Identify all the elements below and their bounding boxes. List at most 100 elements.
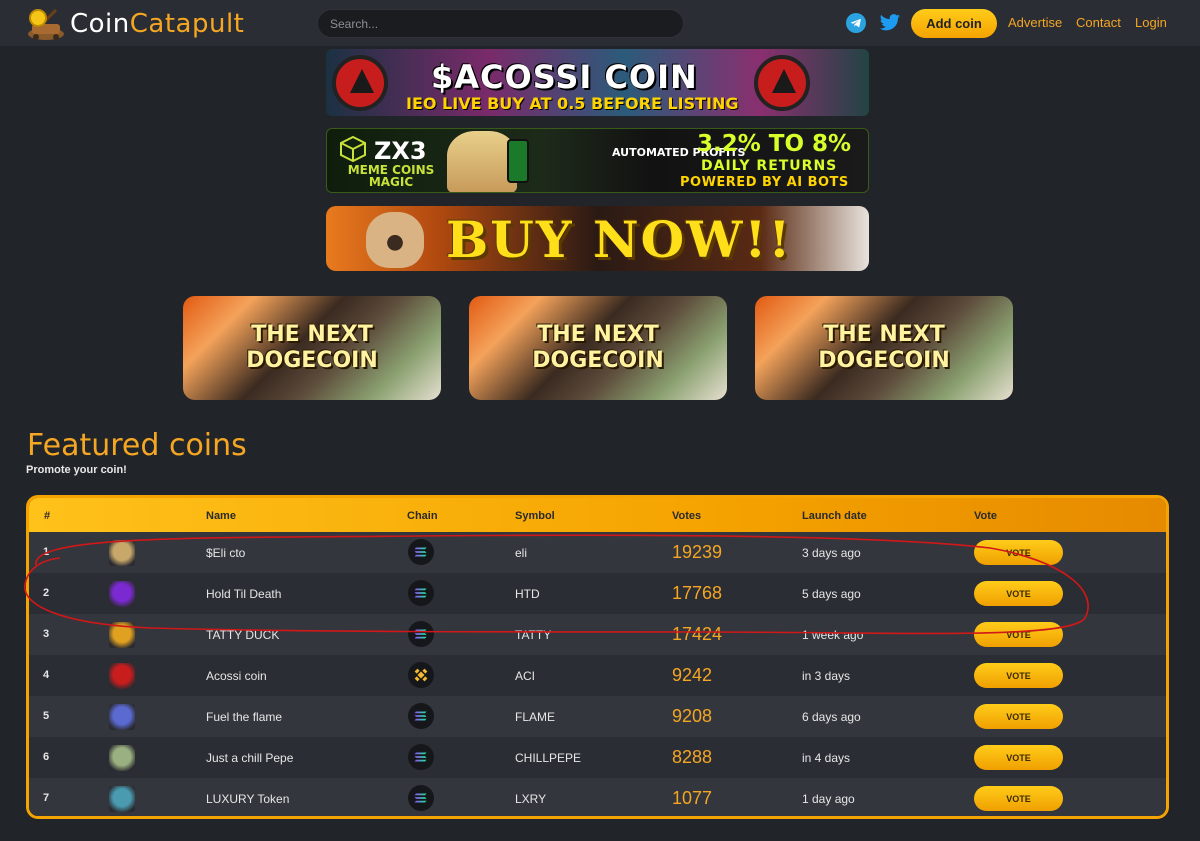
- featured-subtitle[interactable]: Promote your coin!: [26, 464, 127, 476]
- telegram-icon[interactable]: [846, 13, 866, 33]
- coin-name[interactable]: Fuel the flame: [206, 710, 282, 724]
- acossi-coin-banner[interactable]: $ACOSSI COIN IEO LIVE BUY AT 0.5 BEFORE …: [326, 49, 869, 116]
- zx3-banner[interactable]: ZX3 MEME COINS MAGIC AUTOMATED PROFITS 3…: [326, 128, 869, 193]
- row-rank: 1: [43, 546, 50, 558]
- banner-brand: ZX3: [374, 137, 427, 165]
- coin-symbol: HTD: [515, 587, 540, 601]
- bnb-icon: [408, 662, 434, 688]
- coin-logo-image: [109, 745, 135, 771]
- doge-banner-text: THE NEXT DOGECOIN: [246, 322, 378, 373]
- vote-button[interactable]: VOTE: [974, 704, 1063, 729]
- coin-votes: 8288: [672, 747, 713, 767]
- coin-launch-date: in 3 days: [802, 669, 851, 683]
- featured-coins-table: # Name Chain Symbol Votes Launch date Vo…: [26, 495, 1169, 819]
- vote-button[interactable]: VOTE: [974, 663, 1063, 688]
- nav-contact[interactable]: Contact: [1076, 15, 1121, 30]
- coin-name[interactable]: Just a chill Pepe: [206, 751, 293, 765]
- col-rank: #: [44, 510, 51, 522]
- coin-logo-image: [109, 663, 135, 689]
- catapult-logo-icon: [26, 6, 68, 42]
- doge-banner-1[interactable]: THE NEXT DOGECOIN: [183, 296, 441, 400]
- coin-launch-date: in 4 days: [802, 751, 851, 765]
- coin-votes: 9208: [672, 706, 713, 726]
- top-header: CoinCatapult Add coin Advertise Contact …: [0, 0, 1200, 46]
- nav-advertise[interactable]: Advertise: [1008, 15, 1062, 30]
- doge-banner-3[interactable]: THE NEXT DOGECOIN: [755, 296, 1013, 400]
- site-name: CoinCatapult: [70, 9, 245, 39]
- row-rank: 6: [43, 751, 50, 763]
- solana-icon: [408, 744, 434, 770]
- site-logo[interactable]: CoinCatapult: [26, 6, 244, 42]
- coin-name[interactable]: Acossi coin: [206, 669, 267, 683]
- table-row[interactable]: 1 $Eli cto eli 19239 3 days ago VOTE: [29, 532, 1166, 573]
- table-row[interactable]: 3 TATTY DUCK TATTY 17424 1 week ago VOTE: [29, 614, 1166, 655]
- row-rank: 3: [43, 628, 50, 640]
- solana-icon: [408, 785, 434, 811]
- col-votes: Votes: [672, 510, 702, 522]
- banner-powered: POWERED BY AI BOTS: [680, 175, 849, 190]
- cube-icon: [339, 135, 367, 163]
- row-rank: 7: [43, 792, 50, 804]
- vote-button[interactable]: VOTE: [974, 745, 1063, 770]
- table-row[interactable]: 7 LUXURY Token LXRY 1077 1 day ago VOTE: [29, 778, 1166, 816]
- add-coin-button[interactable]: Add coin: [911, 9, 997, 38]
- coin-logo-image: [109, 581, 135, 607]
- solana-icon: [408, 703, 434, 729]
- doge-banner-text: THE NEXT DOGECOIN: [818, 322, 950, 373]
- coin-votes: 9242: [672, 665, 713, 685]
- vote-button[interactable]: VOTE: [974, 540, 1063, 565]
- coin-launch-date: 1 week ago: [802, 628, 864, 642]
- solana-icon: [408, 621, 434, 647]
- doge-banner-text: THE NEXT DOGECOIN: [532, 322, 664, 373]
- coin-launch-date: 1 day ago: [802, 792, 855, 806]
- col-name: Name: [206, 510, 236, 522]
- col-vote: Vote: [974, 510, 998, 522]
- doge-banner-2[interactable]: THE NEXT DOGECOIN: [469, 296, 727, 400]
- vote-button[interactable]: VOTE: [974, 786, 1063, 811]
- row-rank: 2: [43, 587, 50, 599]
- row-rank: 5: [43, 710, 50, 722]
- coin-votes: 17768: [672, 583, 723, 603]
- col-chain: Chain: [407, 510, 438, 522]
- vote-button[interactable]: VOTE: [974, 622, 1063, 647]
- coin-votes: 19239: [672, 542, 723, 562]
- twitter-icon[interactable]: [879, 13, 901, 33]
- table-header: # Name Chain Symbol Votes Launch date Vo…: [29, 498, 1166, 532]
- phone-image: [507, 139, 529, 183]
- banner-subtitle: IEO LIVE BUY AT 0.5 BEFORE LISTING: [406, 94, 739, 113]
- table-row[interactable]: 6 Just a chill Pepe CHILLPEPE 8288 in 4 days…: [29, 737, 1166, 778]
- buy-now-banner[interactable]: BUY NOW!!: [326, 206, 869, 271]
- coin-logo-image: [109, 540, 135, 566]
- banner-percentage: 3.2% TO 8%: [697, 131, 852, 157]
- coin-symbol: eli: [515, 546, 528, 560]
- coin-launch-date: 6 days ago: [802, 710, 861, 724]
- pug-image: [366, 212, 424, 268]
- coin-launch-date: 3 days ago: [802, 546, 861, 560]
- coin-name[interactable]: LUXURY Token: [206, 792, 289, 806]
- coin-votes: 17424: [672, 624, 723, 644]
- vote-button[interactable]: VOTE: [974, 581, 1063, 606]
- coin-symbol: CHILLPEPE: [515, 751, 582, 765]
- table-row[interactable]: 2 Hold Til Death HTD 17768 5 days ago VOTE: [29, 573, 1166, 614]
- coin-name[interactable]: TATTY DUCK: [206, 628, 279, 642]
- solana-icon: [408, 539, 434, 565]
- coin-logo-image: [109, 786, 135, 812]
- search-input[interactable]: [317, 9, 684, 38]
- coin-launch-date: 5 days ago: [802, 587, 861, 601]
- col-launch-date: Launch date: [802, 510, 867, 522]
- banner-tagline: MEME COINS MAGIC: [347, 163, 435, 189]
- coin-logo-image: [109, 704, 135, 730]
- coin-name[interactable]: $Eli cto: [206, 546, 245, 560]
- aci-logo-icon: [332, 55, 388, 111]
- coin-votes: 1077: [672, 788, 713, 808]
- coin-name[interactable]: Hold Til Death: [206, 587, 281, 601]
- coin-symbol: ACI: [515, 669, 536, 683]
- coin-symbol: LXRY: [515, 792, 547, 806]
- banner-title: $ACOSSI COIN: [431, 58, 698, 96]
- nav-login[interactable]: Login: [1135, 15, 1167, 30]
- buy-now-text: BUY NOW!!: [446, 210, 793, 269]
- solana-icon: [408, 580, 434, 606]
- table-row[interactable]: 4 Acossi coin ACI 9242 in 3 days VOTE: [29, 655, 1166, 696]
- coin-symbol: TATTY: [515, 628, 552, 642]
- table-row[interactable]: 5 Fuel the flame FLAME 9208 6 days ago VOTE: [29, 696, 1166, 737]
